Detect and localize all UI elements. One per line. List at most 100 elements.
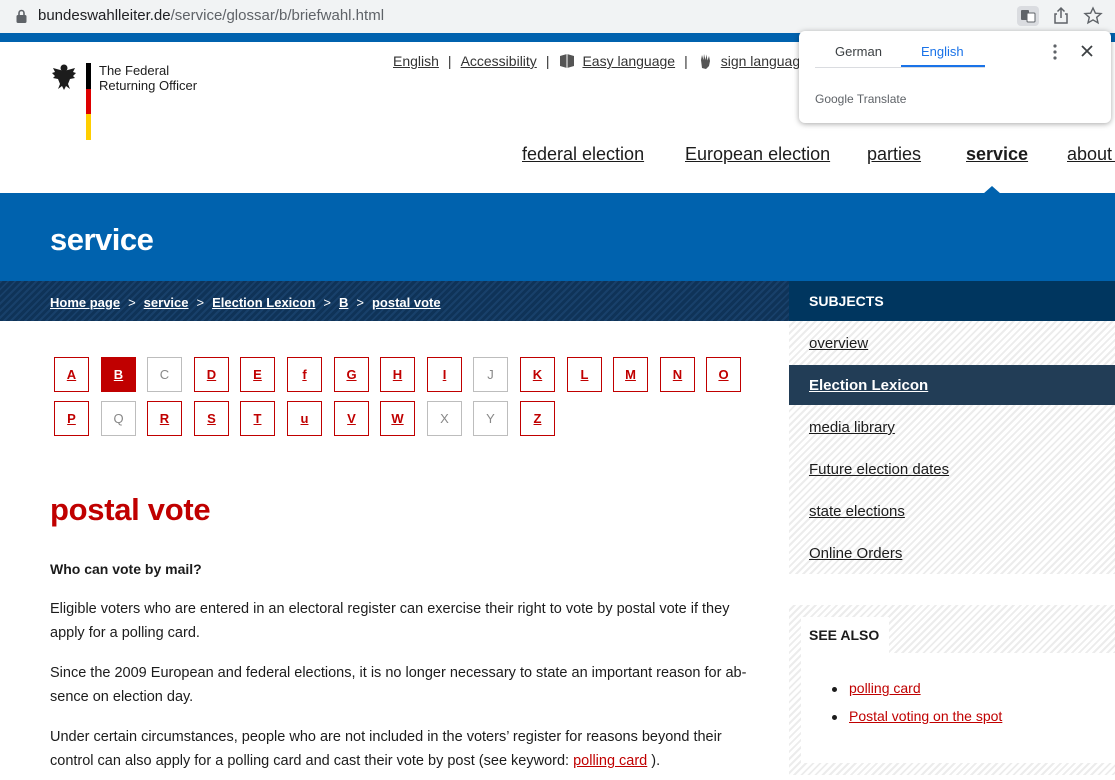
- sidebar-item-label[interactable]: media library: [809, 419, 895, 436]
- url-text[interactable]: bundeswahlleiter.de/service/glossar/b/br…: [38, 7, 384, 24]
- breadcrumb-separator: >: [323, 295, 331, 310]
- breadcrumb: Home page > service > Election Lexicon > B > pos…: [0, 281, 789, 321]
- letter-d-button[interactable]: D: [194, 357, 229, 392]
- sidebar-item-overview[interactable]: overview: [789, 323, 1115, 363]
- nav-european-election[interactable]: European election: [685, 144, 830, 165]
- url-host: bundeswahlleiter.de: [38, 7, 171, 24]
- more-options-icon[interactable]: [1049, 43, 1061, 61]
- letter-e-button[interactable]: E: [240, 357, 275, 392]
- breadcrumb-separator: >: [128, 295, 136, 310]
- sign-language-link[interactable]: sign language: [721, 53, 808, 69]
- nav-federal-election[interactable]: federal election: [522, 144, 644, 165]
- letter-a-button[interactable]: A: [54, 357, 89, 392]
- logo-line1: The Federal: [99, 63, 170, 78]
- nav-service[interactable]: service: [966, 144, 1028, 165]
- breadcrumb-separator: >: [356, 295, 364, 310]
- sidebar-item-online-orders[interactable]: Online Orders: [789, 533, 1115, 573]
- breadcrumb-home[interactable]: Home page: [50, 295, 120, 310]
- letter-f-button[interactable]: f: [287, 357, 322, 392]
- paragraph-2: Since the 2009 European and federal elec…: [50, 665, 747, 705]
- list-item: Postal voting on the spot: [829, 708, 1002, 736]
- sidebar-item-future-election-dates[interactable]: Future election dates: [789, 449, 1115, 489]
- sidebar-item-label[interactable]: Election Lexicon: [809, 377, 928, 394]
- close-icon[interactable]: [1079, 43, 1095, 59]
- bookmark-star-icon[interactable]: [1082, 6, 1104, 26]
- breadcrumb-postal-vote[interactable]: postal vote: [372, 295, 441, 310]
- paragraph-3: Under certain circumstances, people who …: [50, 725, 760, 773]
- section-title: service: [50, 222, 154, 257]
- sidebar-item-state-elections[interactable]: state elections: [789, 491, 1115, 531]
- sidebar-title: SUBJECTS: [809, 293, 884, 309]
- breadcrumb-election-lexicon[interactable]: Election Lexicon: [212, 295, 315, 310]
- sign-language-icon: [700, 54, 710, 69]
- letter-o-button[interactable]: O: [706, 357, 741, 392]
- letter-h-button[interactable]: H: [380, 357, 415, 392]
- letter-w-button[interactable]: W: [380, 401, 415, 436]
- translate-icon[interactable]: [1017, 6, 1039, 26]
- breadcrumb-service[interactable]: service: [144, 295, 189, 310]
- tab-divider: [815, 67, 985, 68]
- sidebar-header: SUBJECTS: [789, 281, 1115, 321]
- translate-tab-english[interactable]: English: [921, 44, 964, 59]
- sidebar-item-media-library[interactable]: media library: [789, 407, 1115, 447]
- lock-icon: [16, 9, 27, 23]
- site-logo-text[interactable]: The Federal Returning Officer: [99, 63, 197, 93]
- list-item: polling card: [829, 680, 1002, 708]
- separator: |: [545, 53, 550, 69]
- translate-popup: German English Google Translate: [799, 31, 1111, 123]
- letter-g-button[interactable]: G: [334, 357, 369, 392]
- letter-z-button[interactable]: Z: [520, 401, 555, 436]
- accessibility-link[interactable]: Accessibility: [461, 53, 537, 69]
- letter-c-button: C: [147, 357, 182, 392]
- easy-language-link[interactable]: Easy language: [582, 53, 675, 69]
- letter-m-button[interactable]: M: [613, 357, 648, 392]
- paragraph-1: Eligible voters who are entered in an el…: [50, 601, 730, 641]
- see-also-link-postal-voting-on-the-spot[interactable]: Postal voting on the spot: [849, 708, 1002, 724]
- see-also-list: polling card Postal voting on the spot: [829, 680, 1002, 736]
- letter-b-button[interactable]: B: [101, 357, 136, 392]
- page-title: postal vote: [50, 492, 211, 527]
- letter-v-button[interactable]: V: [334, 401, 369, 436]
- sidebar-item-label[interactable]: overview: [809, 335, 868, 352]
- section-band: [0, 193, 1115, 281]
- breadcrumb-b[interactable]: B: [339, 295, 348, 310]
- breadcrumb-separator: >: [196, 295, 205, 310]
- see-also-title: SEE ALSO: [809, 627, 880, 643]
- active-tab-indicator: [901, 65, 985, 67]
- sidebar-item-label[interactable]: Online Orders: [809, 545, 902, 562]
- address-bar[interactable]: bundeswahlleiter.de/service/glossar/b/br…: [0, 0, 1115, 33]
- nav-parties[interactable]: parties: [867, 144, 921, 165]
- see-also-link-polling-card[interactable]: polling card: [849, 680, 921, 696]
- google-translate-brand: Google Translate: [815, 92, 907, 106]
- translate-tab-german[interactable]: German: [835, 44, 882, 59]
- polling-card-link[interactable]: polling card: [573, 753, 647, 769]
- english-link[interactable]: English: [393, 53, 439, 69]
- letter-u-button[interactable]: u: [287, 401, 322, 436]
- letter-x-button: X: [427, 401, 462, 436]
- sidebar-subjects: overview Election Lexicon media library …: [789, 321, 1115, 574]
- letter-j-button: J: [473, 357, 508, 392]
- federal-eagle-icon[interactable]: [50, 62, 78, 92]
- sidebar-item-election-lexicon[interactable]: Election Lexicon: [789, 365, 1115, 405]
- letter-y-button: Y: [473, 401, 508, 436]
- url-path: /service/glossar/b/briefwahl.html: [170, 7, 385, 24]
- paragraph-3-end: ).: [647, 753, 661, 769]
- letter-i-button[interactable]: I: [427, 357, 462, 392]
- letter-r-button[interactable]: R: [147, 401, 182, 436]
- letter-s-button[interactable]: S: [194, 401, 229, 436]
- sidebar-item-label[interactable]: state elections: [809, 503, 905, 520]
- letter-l-button[interactable]: L: [567, 357, 602, 392]
- letter-p-button[interactable]: P: [54, 401, 89, 436]
- letter-t-button[interactable]: T: [240, 401, 275, 436]
- utility-links: English | Accessibility | Easy language | sign…: [393, 52, 808, 70]
- flag-bar: [86, 63, 91, 140]
- letter-n-button[interactable]: N: [660, 357, 695, 392]
- separator: |: [684, 53, 688, 69]
- share-icon[interactable]: [1050, 6, 1072, 26]
- separator: |: [447, 53, 452, 69]
- sidebar-item-label[interactable]: Future election dates: [809, 461, 949, 478]
- easy-language-icon: [560, 54, 575, 68]
- subheading: Who can vote by mail?: [50, 561, 202, 577]
- nav-about-us[interactable]: about u: [1067, 144, 1115, 165]
- letter-k-button[interactable]: K: [520, 357, 555, 392]
